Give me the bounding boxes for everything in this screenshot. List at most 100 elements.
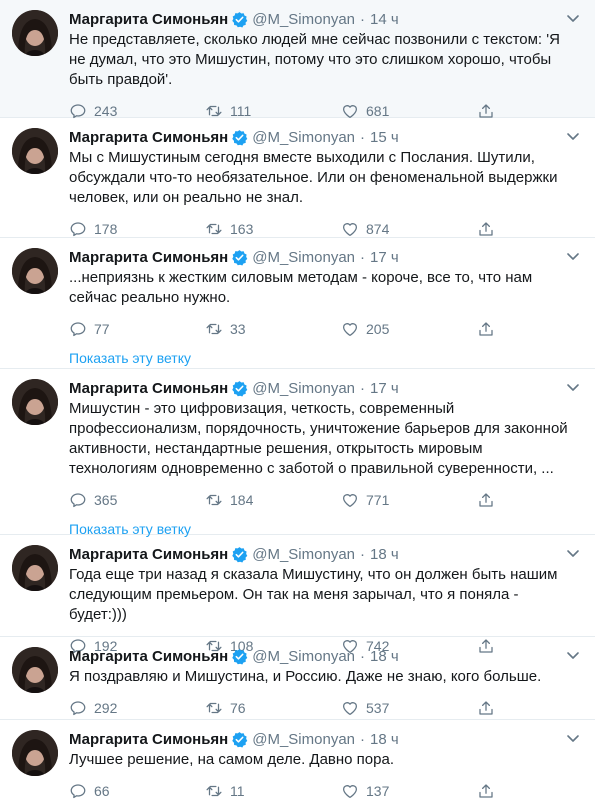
retweet-count: 184 <box>230 492 254 508</box>
retweet-count: 11 <box>230 783 245 799</box>
reply-button[interactable]: 77 <box>69 320 205 338</box>
author-handle[interactable]: @M_Simonyan <box>252 380 355 397</box>
reply-button[interactable]: 66 <box>69 782 205 800</box>
author-name[interactable]: Маргарита Симоньян <box>69 648 228 665</box>
tweet-time[interactable]: 18 ч <box>370 648 399 665</box>
share-button[interactable] <box>477 699 507 717</box>
reply-icon <box>70 701 86 716</box>
like-count: 205 <box>366 321 390 337</box>
tweet-time[interactable]: 14 ч <box>370 11 399 28</box>
retweet-button[interactable]: 184 <box>205 491 341 509</box>
tweet-actions: 66 11 137 <box>69 774 579 803</box>
chevron-down-icon[interactable] <box>565 379 581 395</box>
tweet[interactable]: Маргарита Симоньян @M_Simonyan · 18 ч Лу… <box>0 720 595 803</box>
author-name[interactable]: Маргарита Симоньян <box>69 380 228 397</box>
like-button[interactable]: 537 <box>341 699 477 717</box>
separator-dot: · <box>360 545 366 563</box>
avatar[interactable] <box>12 730 58 776</box>
tweet-time[interactable]: 18 ч <box>370 546 399 563</box>
reply-button[interactable]: 365 <box>69 491 205 509</box>
share-icon <box>479 322 493 336</box>
tweet-text: Мы с Мишустиным сегодня вместе выходили … <box>69 149 558 206</box>
separator-dot: · <box>360 379 366 397</box>
separator-dot: · <box>360 128 366 146</box>
like-count: 874 <box>366 221 390 237</box>
tweet[interactable]: Маргарита Симоньян @M_Simonyan · 18 ч Я … <box>0 637 595 720</box>
tweet-header: Маргарита Симоньян @M_Simonyan · 15 ч <box>69 127 579 147</box>
tweet-time[interactable]: 17 ч <box>370 380 399 397</box>
chevron-down-icon[interactable] <box>565 545 581 561</box>
author-name[interactable]: Маргарита Симоньян <box>69 546 228 563</box>
retweet-button[interactable]: 33 <box>205 320 341 338</box>
author-handle[interactable]: @M_Simonyan <box>252 249 355 266</box>
tweet[interactable]: Маргарита Симоньян @M_Simonyan · 17 ч Ми… <box>0 369 595 537</box>
tweet-feed: Маргарита Симоньян @M_Simonyan · 14 ч Не… <box>0 0 595 803</box>
avatar[interactable] <box>12 10 58 56</box>
tweet-time[interactable]: 17 ч <box>370 249 399 266</box>
separator-dot: · <box>360 647 366 665</box>
author-name[interactable]: Маргарита Симоньян <box>69 129 228 146</box>
tweet-text: Я поздравляю и Мишустина, и Россию. Даже… <box>69 668 542 685</box>
like-count: 771 <box>366 492 390 508</box>
chevron-down-icon[interactable] <box>565 10 581 26</box>
share-button[interactable] <box>477 782 507 800</box>
retweet-button[interactable]: 76 <box>205 699 341 717</box>
avatar[interactable] <box>12 248 58 294</box>
like-button[interactable]: 205 <box>341 320 477 338</box>
retweet-button[interactable]: 163 <box>205 220 341 238</box>
tweet[interactable]: Маргарита Симоньян @M_Simonyan · 15 ч Мы… <box>0 118 595 238</box>
author-handle[interactable]: @M_Simonyan <box>252 648 355 665</box>
author-name[interactable]: Маргарита Симоньян <box>69 11 228 28</box>
like-button[interactable]: 137 <box>341 782 477 800</box>
avatar[interactable] <box>12 545 58 591</box>
tweet-text: Года еще три назад я сказала Мишустину, … <box>69 566 558 623</box>
verified-badge-icon <box>231 11 248 28</box>
heart-icon <box>342 323 358 337</box>
author-handle[interactable]: @M_Simonyan <box>252 731 355 748</box>
share-icon <box>479 493 493 507</box>
retweet-button[interactable]: 11 <box>205 782 341 800</box>
tweet-header: Маргарита Симоньян @M_Simonyan · 18 ч <box>69 729 579 749</box>
chevron-down-icon[interactable] <box>565 128 581 144</box>
reply-icon <box>70 222 86 237</box>
reply-count: 243 <box>94 103 118 119</box>
author-name[interactable]: Маргарита Симоньян <box>69 249 228 266</box>
share-button[interactable] <box>477 220 507 238</box>
reply-icon <box>70 322 86 337</box>
retweet-icon <box>206 323 222 335</box>
author-handle[interactable]: @M_Simonyan <box>252 129 355 146</box>
tweet[interactable]: Маргарита Симоньян @M_Simonyan · 14 ч Не… <box>0 0 595 119</box>
author-handle[interactable]: @M_Simonyan <box>252 11 355 28</box>
retweet-count: 163 <box>230 221 254 237</box>
chevron-down-icon[interactable] <box>565 730 581 746</box>
tweet[interactable]: Маргарита Симоньян @M_Simonyan · 18 ч Го… <box>0 535 595 654</box>
retweet-icon <box>206 494 222 506</box>
avatar[interactable] <box>12 647 58 693</box>
chevron-down-icon[interactable] <box>565 647 581 663</box>
reply-count: 77 <box>94 321 110 337</box>
avatar[interactable] <box>12 379 58 425</box>
share-button[interactable] <box>477 491 507 509</box>
tweet-time[interactable]: 18 ч <box>370 731 399 748</box>
reply-button[interactable]: 178 <box>69 220 205 238</box>
verified-badge-icon <box>231 129 248 146</box>
tweet-header: Маргарита Симоньян @M_Simonyan · 17 ч <box>69 247 579 267</box>
share-button[interactable] <box>477 320 507 338</box>
author-handle[interactable]: @M_Simonyan <box>252 546 355 563</box>
like-button[interactable]: 874 <box>341 220 477 238</box>
tweet-header: Маргарита Симоньян @M_Simonyan · 18 ч <box>69 646 579 666</box>
share-icon <box>479 701 493 715</box>
tweet[interactable]: Маргарита Симоньян @M_Simonyan · 17 ч ..… <box>0 238 595 369</box>
author-name[interactable]: Маргарита Симоньян <box>69 731 228 748</box>
chevron-down-icon[interactable] <box>565 248 581 264</box>
share-icon <box>479 784 493 798</box>
tweet-time[interactable]: 15 ч <box>370 129 399 146</box>
reply-button[interactable]: 292 <box>69 699 205 717</box>
tweet-text: ...неприязнь к жестким силовым методам -… <box>69 269 533 306</box>
retweet-count: 111 <box>230 103 252 119</box>
avatar[interactable] <box>12 128 58 174</box>
share-icon <box>479 222 493 236</box>
reply-count: 178 <box>94 221 118 237</box>
like-button[interactable]: 771 <box>341 491 477 509</box>
heart-icon <box>342 494 358 508</box>
